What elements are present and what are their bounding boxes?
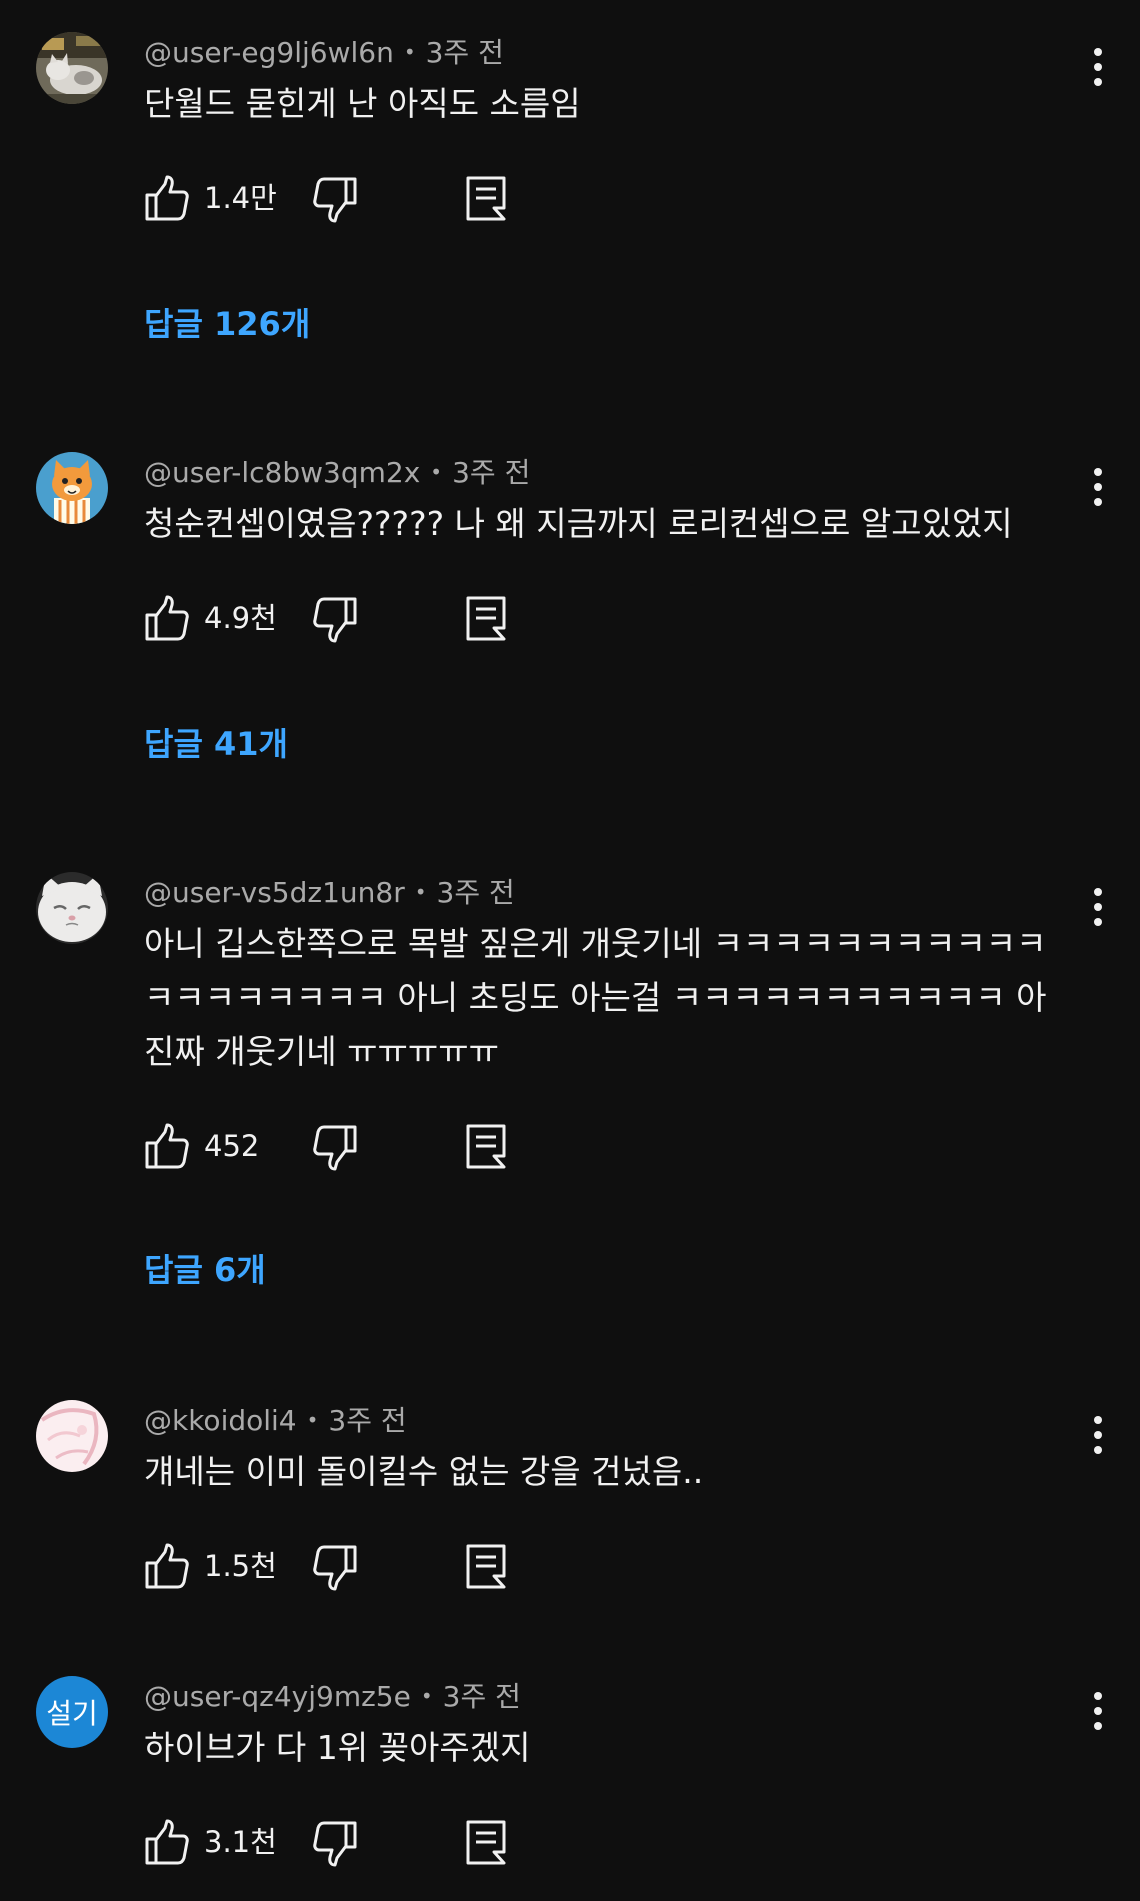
more-vertical-icon[interactable]: [1080, 884, 1116, 932]
comment-actions: 3.1천: [144, 1818, 544, 1870]
comment-actions: 452: [144, 1122, 544, 1174]
thumbs-down-icon[interactable]: [312, 1820, 358, 1868]
thumbs-up-icon[interactable]: [144, 1818, 190, 1866]
more-vertical-icon[interactable]: [1080, 1688, 1116, 1736]
comment-meta: @user-qz4yj9mz5e • 3주 전: [144, 1678, 521, 1715]
comment-meta: @user-eg9lj6wl6n • 3주 전: [144, 34, 504, 71]
comment-text: 걔네는 이미 돌이킬수 없는 강을 건넜음..: [144, 1452, 704, 1491]
comment-author[interactable]: @user-eg9lj6wl6n: [144, 36, 394, 69]
comment-author[interactable]: @user-qz4yj9mz5e: [144, 1680, 411, 1713]
separator-dot: •: [306, 1408, 319, 1432]
comment-time: 3주 전: [442, 1680, 521, 1713]
thumbs-down-icon[interactable]: [312, 1124, 358, 1172]
view-replies-link[interactable]: 답글 126개: [144, 302, 310, 346]
comment-icon[interactable]: [464, 1122, 508, 1170]
thumbs-up-icon[interactable]: [144, 174, 190, 222]
comment-actions: 4.9천: [144, 594, 544, 646]
like-count: 1.4만: [204, 181, 277, 215]
thumbs-down-icon[interactable]: [312, 596, 358, 644]
comment-text: 하이브가 다 1위 꽂아주겠지: [144, 1728, 531, 1767]
thumbs-up-icon[interactable]: [144, 1122, 190, 1170]
like-count: 3.1천: [204, 1825, 277, 1859]
comment-author[interactable]: @kkoidoli4: [144, 1404, 297, 1437]
comment-icon[interactable]: [464, 1818, 508, 1866]
separator-dot: •: [414, 880, 427, 904]
more-vertical-icon[interactable]: [1080, 464, 1116, 512]
avatar[interactable]: [36, 872, 108, 944]
comment-icon[interactable]: [464, 1542, 508, 1590]
view-replies-link[interactable]: 답글 41개: [144, 722, 288, 766]
comment-time: 3주 전: [425, 36, 504, 69]
view-replies-link[interactable]: 답글 6개: [144, 1248, 266, 1292]
comment-meta: @kkoidoli4 • 3주 전: [144, 1402, 407, 1439]
more-vertical-icon[interactable]: [1080, 44, 1116, 92]
thumbs-up-icon[interactable]: [144, 1542, 190, 1590]
thumbs-down-icon[interactable]: [312, 1544, 358, 1592]
comment-time: 3주 전: [452, 456, 531, 489]
comment-icon[interactable]: [464, 174, 508, 222]
comment-time: 3주 전: [328, 1404, 407, 1437]
separator-dot: •: [420, 1684, 433, 1708]
comment-actions: 1.5천: [144, 1542, 544, 1594]
comment-actions: 1.4만: [144, 174, 544, 226]
comment-icon[interactable]: [464, 594, 508, 642]
like-count: 4.9천: [204, 601, 277, 635]
separator-dot: •: [430, 460, 443, 484]
like-count: 1.5천: [204, 1549, 277, 1583]
avatar[interactable]: [36, 452, 108, 524]
comment-meta: @user-lc8bw3qm2x • 3주 전: [144, 454, 530, 491]
more-vertical-icon[interactable]: [1080, 1412, 1116, 1460]
separator-dot: •: [403, 40, 416, 64]
comment-meta: @user-vs5dz1un8r • 3주 전: [144, 874, 515, 911]
avatar-initials: 설기: [46, 1697, 98, 1730]
comment-author[interactable]: @user-vs5dz1un8r: [144, 876, 405, 909]
thumbs-up-icon[interactable]: [144, 594, 190, 642]
comment-author[interactable]: @user-lc8bw3qm2x: [144, 456, 420, 489]
avatar[interactable]: [36, 32, 108, 104]
comment-text: 아니 깁스한쪽으로 목발 짚은게 개웃기네 ㅋㅋㅋㅋㅋㅋㅋㅋㅋㅋㅋㅋㅋㅋㅋㅋㅋㅋ…: [144, 924, 1047, 1071]
avatar[interactable]: [36, 1400, 108, 1472]
comment-time: 3주 전: [436, 876, 515, 909]
avatar[interactable]: 설기: [36, 1676, 108, 1748]
comment-text: 청순컨셉이였음????? 나 왜 지금까지 로리컨셉으로 알고있었지: [144, 504, 1013, 543]
like-count: 452: [204, 1129, 260, 1163]
thumbs-down-icon[interactable]: [312, 176, 358, 224]
comment-text: 단월드 묻힌게 난 아직도 소름임: [144, 84, 581, 123]
